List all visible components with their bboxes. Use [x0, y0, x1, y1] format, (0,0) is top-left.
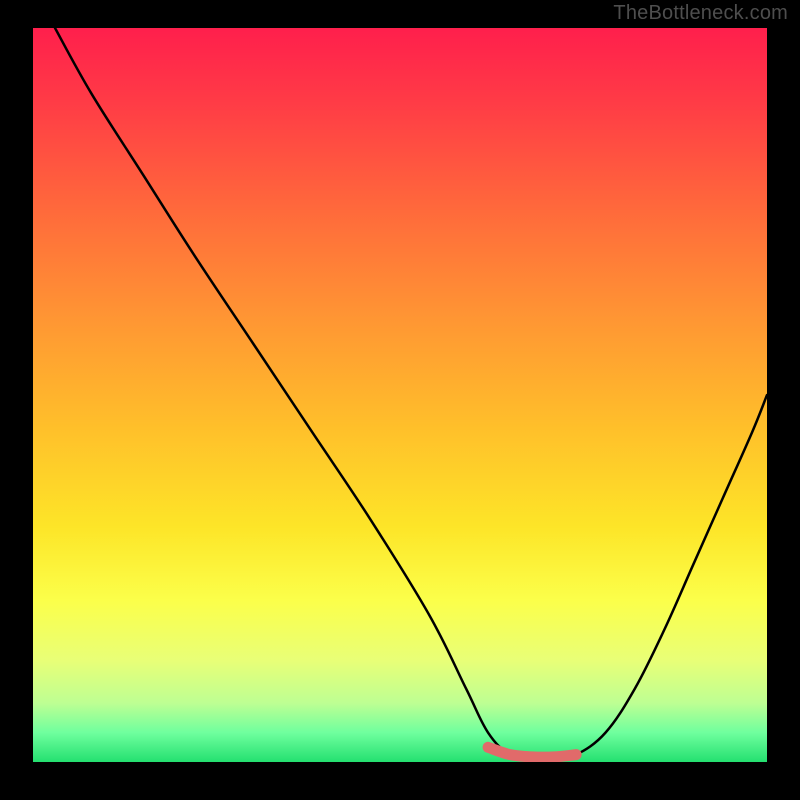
plot-area [33, 28, 767, 762]
optimal-segment [488, 747, 576, 757]
curve-layer [33, 28, 767, 762]
chart-container: TheBottleneck.com [0, 0, 800, 800]
bottleneck-curve [55, 28, 767, 759]
watermark-text: TheBottleneck.com [613, 2, 788, 25]
